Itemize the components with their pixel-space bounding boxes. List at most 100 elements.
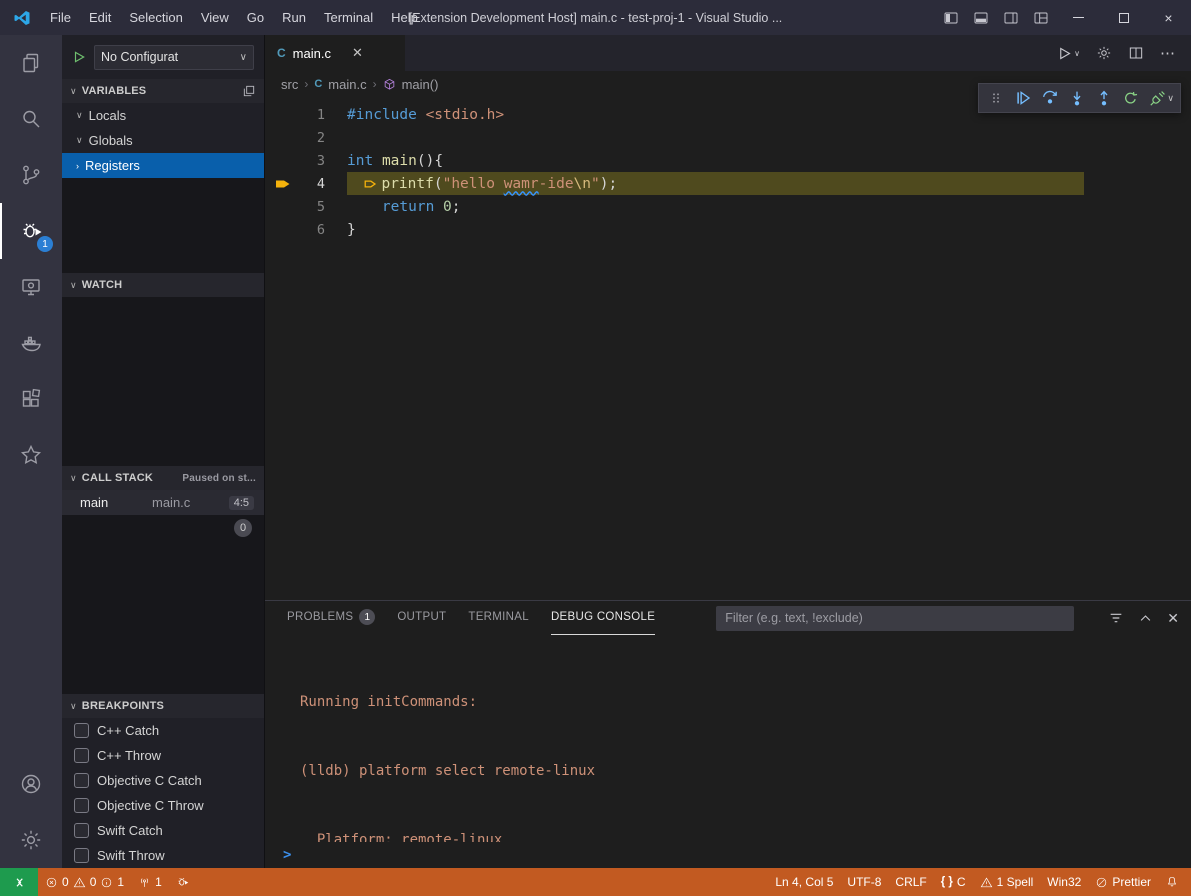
source-control-icon[interactable] <box>0 147 62 203</box>
console-filter-input[interactable] <box>716 606 1074 631</box>
close-icon[interactable]: ✕ <box>352 45 363 61</box>
notifications-bell-icon[interactable] <box>1158 868 1191 896</box>
formatter-status[interactable]: Prettier <box>1088 868 1158 896</box>
checkbox[interactable] <box>74 723 89 738</box>
run-file-icon[interactable]: ∨ <box>1057 46 1080 61</box>
checkbox[interactable] <box>74 748 89 763</box>
glyph-margin[interactable] <box>265 195 301 218</box>
variables-item-locals[interactable]: ∨ Locals <box>62 103 264 128</box>
problems-status[interactable]: 0 0 1 <box>38 868 131 896</box>
search-icon[interactable] <box>0 91 62 147</box>
debug-status-icon[interactable] <box>169 868 197 896</box>
toggle-panel-icon[interactable] <box>966 0 996 35</box>
remote-indicator[interactable] <box>0 868 38 896</box>
remote-explorer-icon[interactable] <box>0 259 62 315</box>
gear-icon[interactable] <box>1096 45 1112 61</box>
inline-breakpoint-arrow-icon <box>364 178 377 190</box>
glyph-margin[interactable] <box>265 218 301 241</box>
breakpoint-objc-throw[interactable]: Objective C Throw <box>62 793 264 818</box>
checkbox[interactable] <box>74 798 89 813</box>
close-button[interactable]: × <box>1146 0 1191 35</box>
menu-terminal[interactable]: Terminal <box>315 0 382 35</box>
glyph-margin[interactable] <box>265 103 301 126</box>
breakpoints-section-header[interactable]: ∨ BREAKPOINTS <box>62 694 264 718</box>
minimize-button[interactable] <box>1056 0 1101 35</box>
call-stack-section-header[interactable]: ∨ CALL STACK Paused on st... <box>62 466 264 490</box>
start-debug-icon[interactable] <box>72 50 86 64</box>
eol-status[interactable]: CRLF <box>888 868 933 896</box>
maximize-button[interactable] <box>1101 0 1146 35</box>
favorites-star-icon[interactable] <box>0 427 62 483</box>
menu-edit[interactable]: Edit <box>80 0 120 35</box>
checkbox[interactable] <box>74 823 89 838</box>
filter-lines-icon[interactable] <box>1108 610 1124 626</box>
code-line[interactable]: 5 return 0; <box>265 195 1191 218</box>
launch-config-dropdown[interactable]: No Configurat ∨ <box>94 45 254 70</box>
split-editor-icon[interactable] <box>1128 45 1144 61</box>
breakpoint-objc-catch[interactable]: Objective C Catch <box>62 768 264 793</box>
menu-run[interactable]: Run <box>273 0 315 35</box>
tab-terminal[interactable]: TERMINAL <box>468 601 529 635</box>
glyph-margin[interactable] <box>265 149 301 172</box>
account-icon[interactable] <box>0 756 62 812</box>
menu-view[interactable]: View <box>192 0 238 35</box>
step-over-icon[interactable] <box>1036 85 1063 111</box>
close-panel-icon[interactable]: ✕ <box>1167 610 1179 627</box>
chevron-up-icon[interactable] <box>1138 611 1153 626</box>
editor-group: C main.c ✕ ∨ ⋯ <box>265 35 1191 868</box>
breakpoint-swift-throw[interactable]: Swift Throw <box>62 843 264 868</box>
tab-problems[interactable]: PROBLEMS 1 <box>287 601 375 635</box>
breakpoint-swift-catch[interactable]: Swift Catch <box>62 818 264 843</box>
code-line[interactable]: 2 <box>265 126 1191 149</box>
code-line[interactable]: 3 int main(){ <box>265 149 1191 172</box>
customize-layout-icon[interactable] <box>1026 0 1056 35</box>
run-and-debug-icon[interactable]: 1 <box>0 203 62 259</box>
docker-icon[interactable] <box>0 315 62 371</box>
breadcrumb-symbol[interactable]: main() <box>402 77 439 92</box>
code-line-current[interactable]: 4 printf("hello wamr-ide\n"); <box>265 172 1191 195</box>
toggle-secondary-sidebar-icon[interactable] <box>996 0 1026 35</box>
menu-selection[interactable]: Selection <box>120 0 191 35</box>
glyph-margin[interactable] <box>265 126 301 149</box>
more-actions-icon[interactable]: ⋯ <box>1160 44 1175 62</box>
breadcrumb-file[interactable]: main.c <box>328 77 366 92</box>
menu-go[interactable]: Go <box>238 0 273 35</box>
variables-item-registers[interactable]: › Registers <box>62 153 264 178</box>
ports-status[interactable]: 1 <box>131 868 169 896</box>
watch-section-header[interactable]: ∨ WATCH <box>62 273 264 297</box>
breadcrumb-folder[interactable]: src <box>281 77 298 92</box>
extensions-icon[interactable] <box>0 371 62 427</box>
step-out-icon[interactable] <box>1090 85 1117 111</box>
settings-gear-icon[interactable] <box>0 812 62 868</box>
language-status[interactable]: { } C <box>934 868 973 896</box>
chevron-down-icon[interactable]: ∨ <box>1167 93 1174 104</box>
tab-debug-console[interactable]: DEBUG CONSOLE <box>551 601 655 635</box>
variables-item-globals[interactable]: ∨ Globals <box>62 128 264 153</box>
current-frame-arrow-icon[interactable] <box>265 172 301 195</box>
continue-icon[interactable] <box>1009 85 1036 111</box>
collapse-all-icon[interactable] <box>242 84 256 98</box>
encoding-status[interactable]: UTF-8 <box>840 868 888 896</box>
code-editor[interactable]: 1 #include <stdio.h> 2 3 int main(){ <box>265 97 1191 600</box>
code-line[interactable]: 6 } <box>265 218 1191 241</box>
debug-console-input[interactable]: > <box>265 842 1191 868</box>
debug-console-output[interactable]: Running initCommands: (lldb) platform se… <box>265 635 1191 842</box>
platform-status[interactable]: Win32 <box>1040 868 1088 896</box>
stack-frame-row[interactable]: main main.c 4:5 <box>62 490 264 515</box>
menu-file[interactable]: File <box>41 0 80 35</box>
restart-icon[interactable] <box>1117 85 1144 111</box>
cursor-position[interactable]: Ln 4, Col 5 <box>768 868 840 896</box>
toggle-sidebar-icon[interactable] <box>936 0 966 35</box>
tab-output[interactable]: OUTPUT <box>397 601 446 635</box>
window-title: [Extension Development Host] main.c - te… <box>409 11 783 25</box>
variables-section-header[interactable]: ∨ VARIABLES <box>62 79 264 103</box>
checkbox[interactable] <box>74 773 89 788</box>
breakpoint-cpp-catch[interactable]: C++ Catch <box>62 718 264 743</box>
explorer-icon[interactable] <box>0 35 62 91</box>
tab-main-c[interactable]: C main.c ✕ <box>265 35 405 71</box>
breakpoint-cpp-throw[interactable]: C++ Throw <box>62 743 264 768</box>
step-into-icon[interactable] <box>1063 85 1090 111</box>
checkbox[interactable] <box>74 848 89 863</box>
spell-status[interactable]: 1 Spell <box>973 868 1041 896</box>
toolbar-drag-handle[interactable] <box>982 85 1009 111</box>
